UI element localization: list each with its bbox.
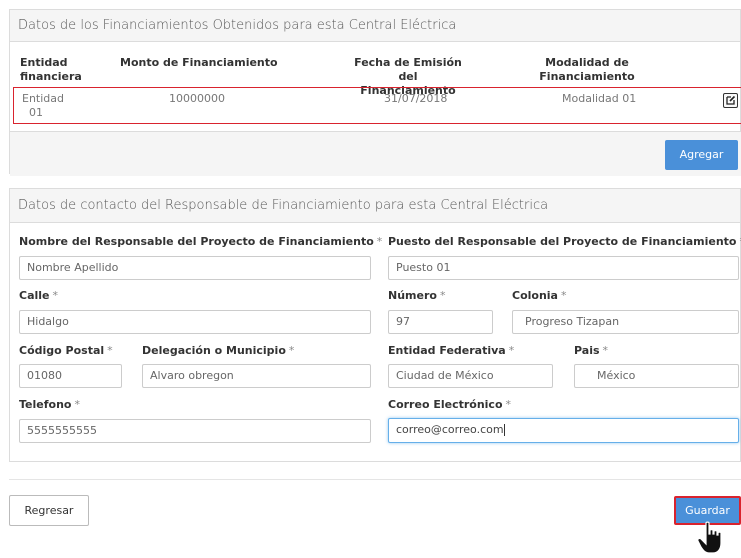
cell-amount: 10000000 [169, 92, 225, 106]
email-value: correo@correo.com [396, 423, 504, 436]
column-header-entity: Entidad financiera [20, 56, 82, 84]
label-zip-text: Código Postal [19, 344, 104, 357]
required-mark: * [506, 398, 512, 411]
financing-panel-title: Datos de los Financiamientos Obtenidos p… [10, 10, 740, 42]
table-row[interactable]: Entidad 01 10000000 31/07/2018 Modalidad… [13, 87, 741, 124]
label-state: Entidad Federativa* [388, 344, 514, 357]
street-input[interactable]: Hidalgo [19, 310, 371, 334]
label-zip: Código Postal* [19, 344, 113, 357]
required-mark: * [107, 344, 113, 357]
financing-panel: Datos de los Financiamientos Obtenidos p… [9, 9, 741, 174]
footer-divider [9, 479, 741, 480]
number-input[interactable]: 97 [388, 310, 493, 334]
edit-icon[interactable] [723, 93, 738, 108]
label-country: Pais* [574, 344, 608, 357]
back-button[interactable]: Regresar [9, 495, 89, 526]
required-mark: * [603, 344, 609, 357]
required-mark: * [53, 289, 59, 302]
responsible-name-input[interactable]: Nombre Apellido [19, 256, 371, 280]
phone-input[interactable]: 5555555555 [19, 419, 371, 443]
label-municipality-text: Delegación o Municipio [142, 344, 286, 357]
state-input[interactable]: Ciudad de México [388, 364, 553, 388]
label-responsible-name: Nombre del Responsable del Proyecto de F… [19, 235, 382, 248]
contact-title-text: Datos de contacto del Responsable de Fin… [18, 198, 548, 213]
label-email-text: Correo Electrónico [388, 398, 503, 411]
required-mark: * [561, 289, 567, 302]
financing-panel-footer [10, 131, 741, 176]
responsible-position-input[interactable]: Puesto 01 [388, 256, 739, 280]
label-number-text: Número [388, 289, 437, 302]
label-number: Número* [388, 289, 445, 302]
column-header-entity-line2: financiera [20, 70, 82, 84]
column-header-date-line1: Fecha de Emisión del [348, 56, 468, 84]
required-mark: * [377, 235, 383, 248]
add-button[interactable]: Agregar [665, 140, 738, 170]
column-header-amount: Monto de Financiamiento [120, 56, 278, 70]
label-colony-text: Colonia [512, 289, 558, 302]
label-street: Calle* [19, 289, 58, 302]
label-colony: Colonia* [512, 289, 566, 302]
cell-modality: Modalidad 01 [562, 92, 636, 106]
label-phone: Telefono* [19, 398, 80, 411]
required-mark: * [440, 289, 446, 302]
zip-input[interactable]: 01080 [19, 364, 122, 388]
label-street-text: Calle [19, 289, 50, 302]
column-header-modality: Modalidad de Financiamiento [532, 56, 642, 84]
municipality-input[interactable]: Alvaro obregon [142, 364, 371, 388]
label-responsible-position: Puesto del Responsable del Proyecto de F… [388, 235, 741, 248]
column-header-amount-text: Monto de Financiamiento [120, 56, 278, 69]
cell-entity-line1: Entidad [22, 92, 64, 106]
label-responsible-name-text: Nombre del Responsable del Proyecto de F… [19, 235, 374, 248]
required-mark: * [74, 398, 80, 411]
label-phone-text: Telefono [19, 398, 71, 411]
country-input[interactable]: México [574, 364, 739, 388]
label-municipality: Delegación o Municipio* [142, 344, 294, 357]
label-responsible-position-text: Puesto del Responsable del Proyecto de F… [388, 235, 737, 248]
text-cursor [504, 424, 505, 436]
financing-title-text: Datos de los Financiamientos Obtenidos p… [18, 18, 456, 33]
email-input[interactable]: correo@correo.com [388, 418, 739, 443]
hand-cursor-icon [697, 521, 729, 554]
label-email: Correo Electrónico* [388, 398, 511, 411]
contact-panel-title: Datos de contacto del Responsable de Fin… [10, 189, 740, 223]
cell-date: 31/07/2018 [384, 92, 447, 106]
label-state-text: Entidad Federativa [388, 344, 506, 357]
column-header-modality-line2: Financiamiento [532, 70, 642, 84]
required-mark: * [509, 344, 515, 357]
colony-input[interactable]: Progreso Tizapan [512, 310, 739, 334]
cell-entity: Entidad 01 [22, 92, 64, 120]
label-country-text: Pais [574, 344, 600, 357]
required-mark: * [289, 344, 295, 357]
column-header-entity-line1: Entidad [20, 56, 82, 70]
cell-entity-line2: 01 [22, 106, 64, 120]
column-header-modality-line1: Modalidad de [532, 56, 642, 70]
